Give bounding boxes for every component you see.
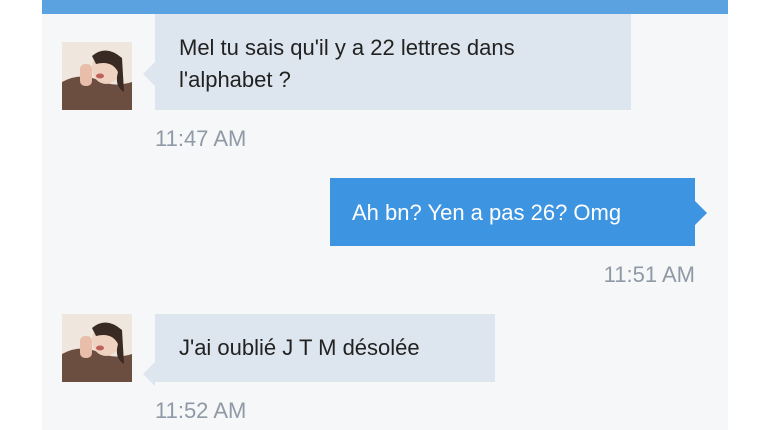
message-text: J'ai oublié J T M désolée [179, 335, 420, 360]
header-bar [42, 0, 728, 14]
message-bubble-incoming[interactable]: Mel tu sais qu'il y a 22 lettres dans l'… [143, 14, 631, 110]
message-timestamp: 11:51 AM [603, 262, 695, 287]
message-text: Ah bn? Yen a pas 26? Omg [352, 200, 622, 225]
avatar-photo-icon [62, 314, 132, 382]
message-bubble-incoming[interactable]: J'ai oublié J T M désolée [143, 314, 495, 386]
message-text-line: Mel tu sais qu'il y a 22 lettres dans [179, 35, 515, 60]
contact-avatar[interactable] [62, 42, 132, 110]
contact-avatar[interactable] [62, 314, 132, 382]
message-timestamp: 11:47 AM [155, 126, 247, 151]
message-timestamp: 11:52 AM [155, 398, 247, 423]
conversation-view: Mel tu sais qu'il y a 22 lettres dans l'… [42, 0, 728, 430]
message-text-line: l'alphabet ? [179, 67, 291, 92]
message-bubble-outgoing[interactable]: Ah bn? Yen a pas 26? Omg [330, 178, 707, 246]
avatar-photo-icon [62, 42, 132, 110]
